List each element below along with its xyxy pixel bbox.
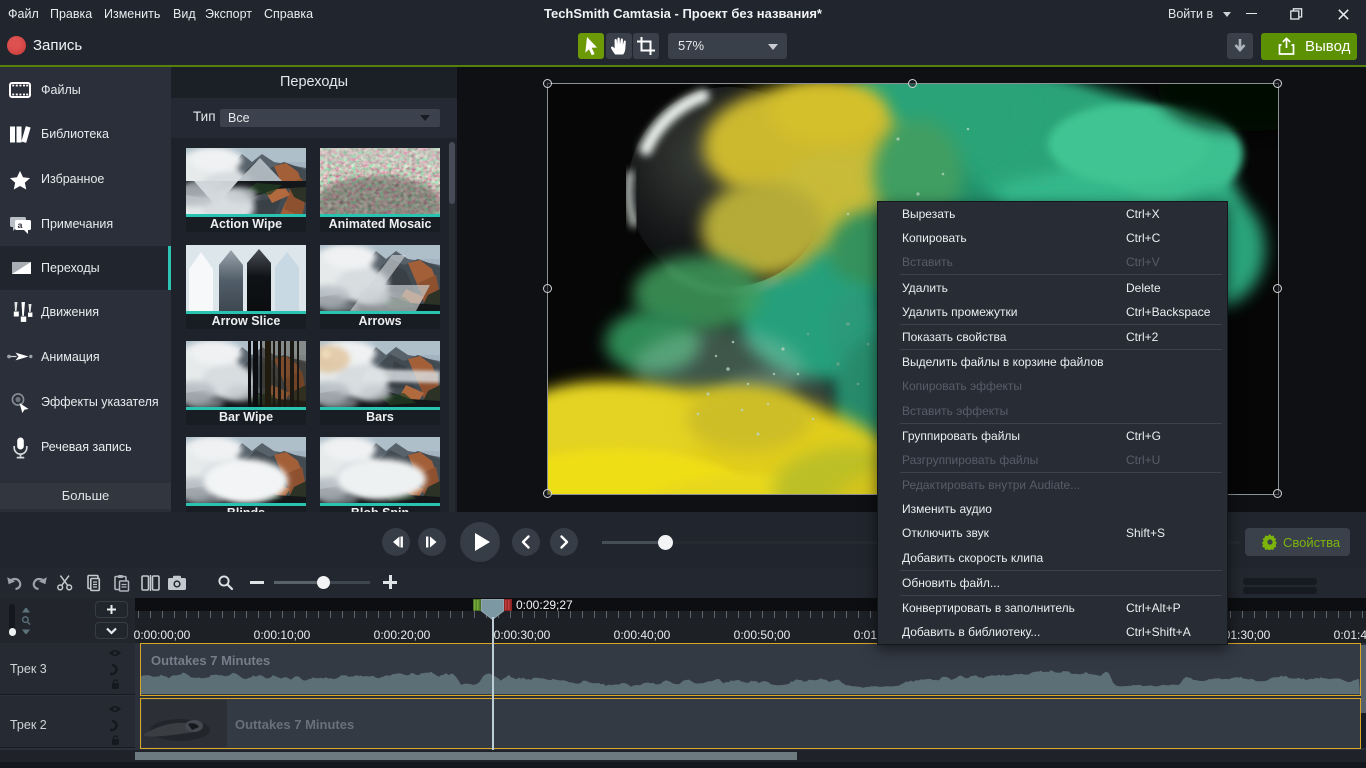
svg-text:a: a bbox=[18, 220, 23, 230]
